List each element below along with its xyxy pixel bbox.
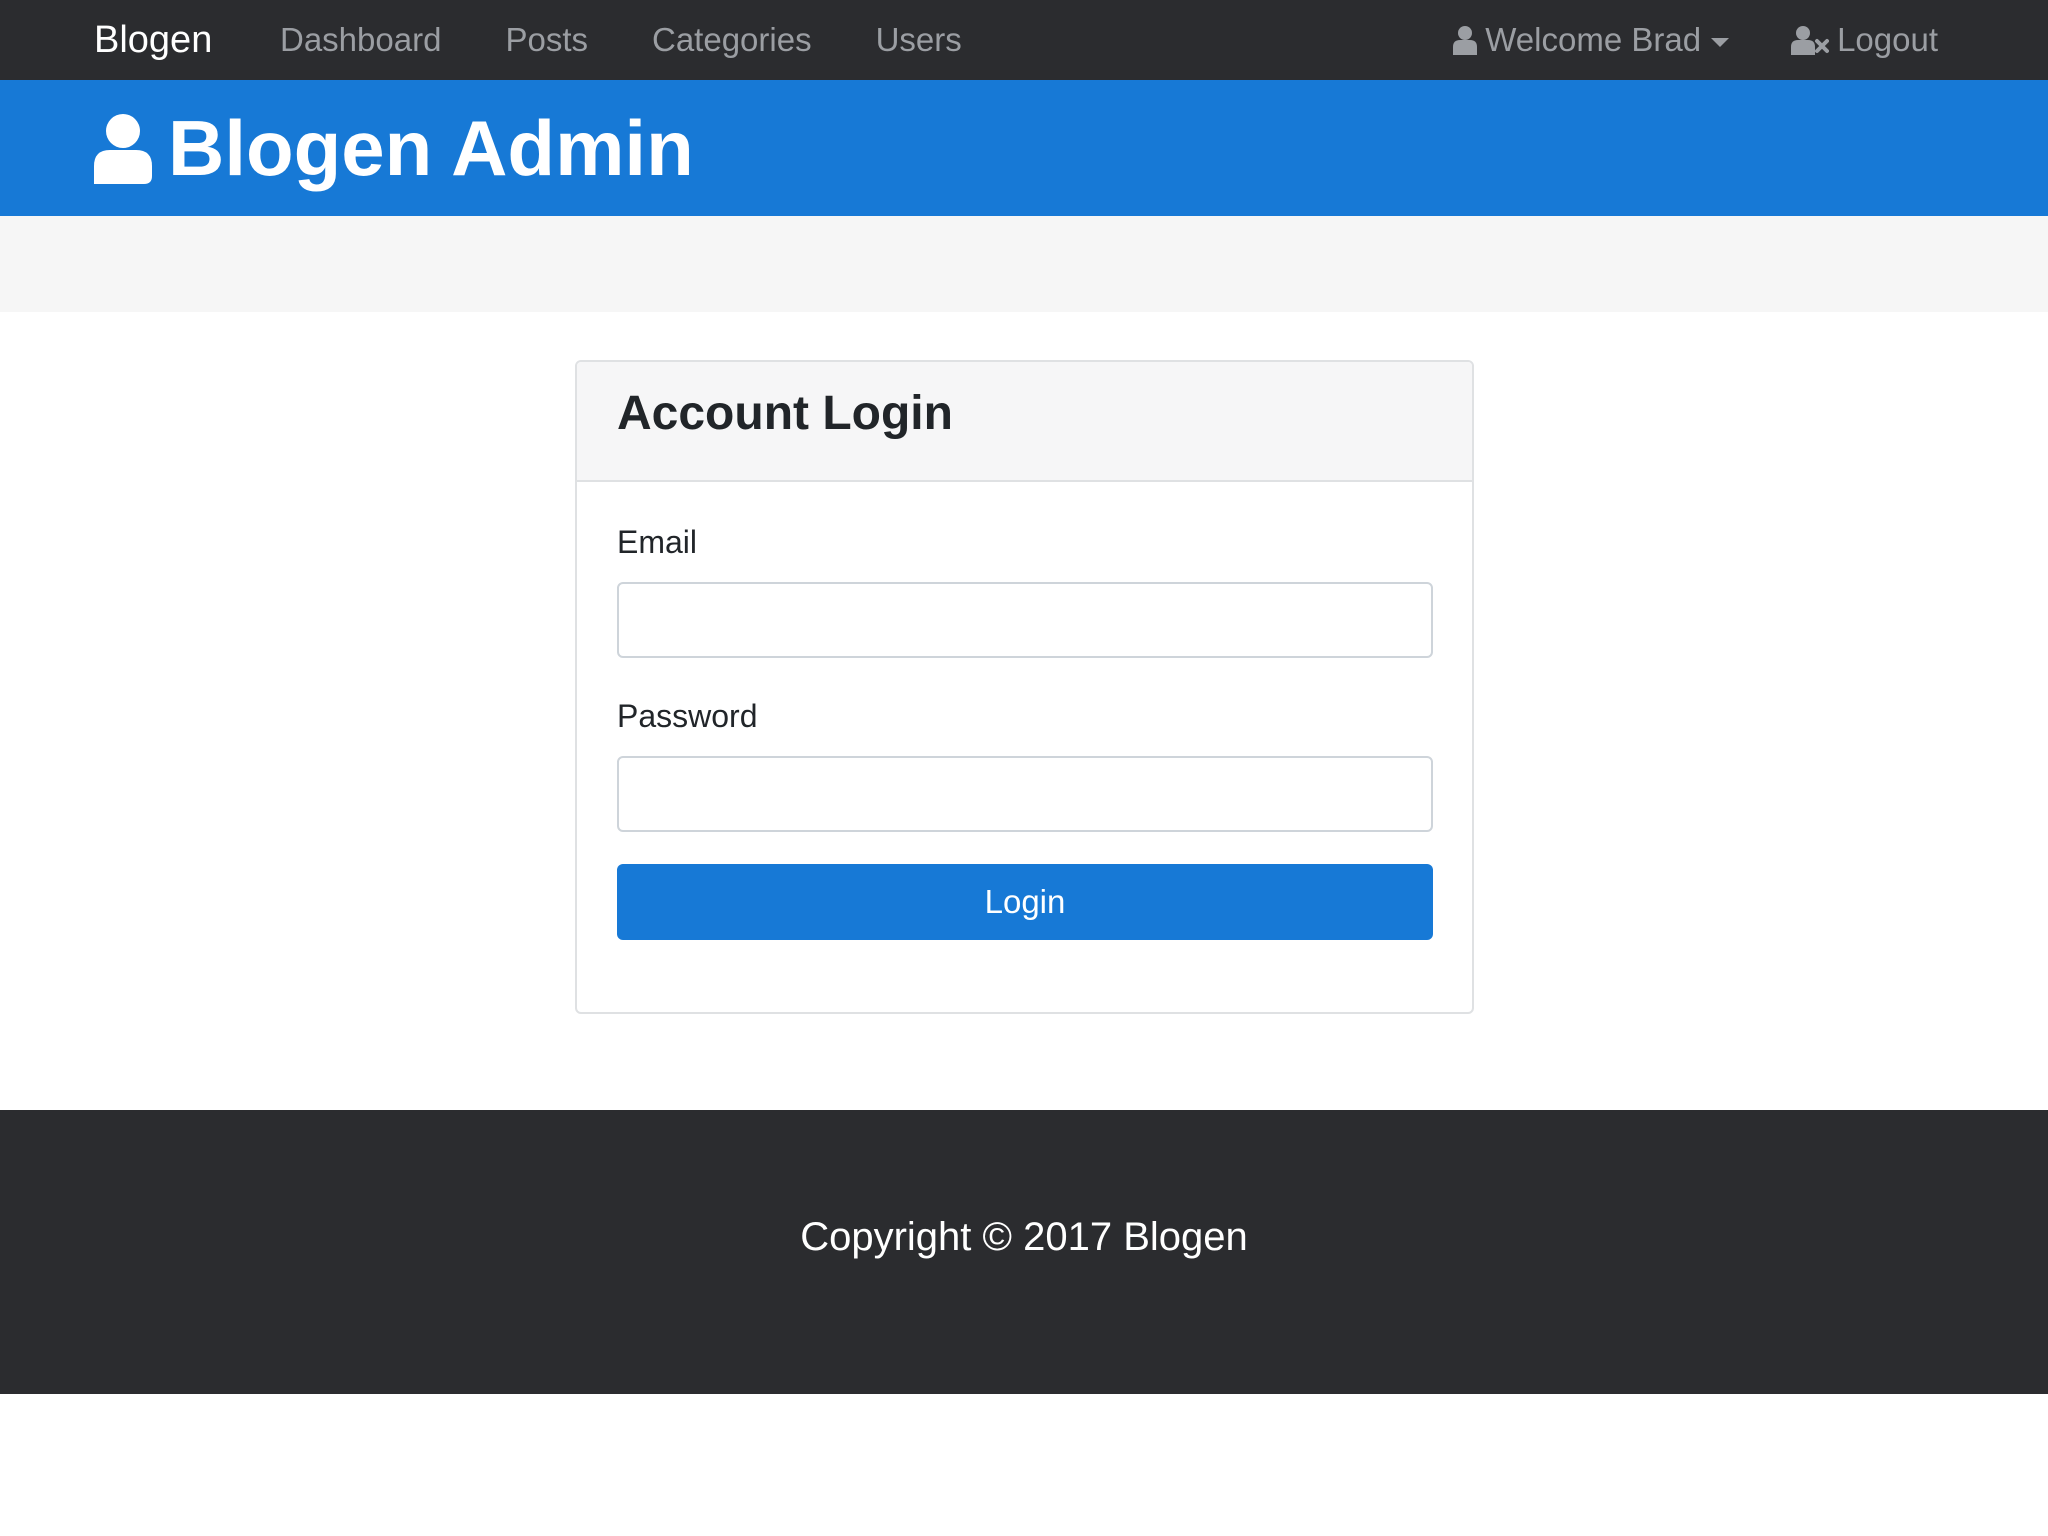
footer-copyright: Copyright © 2017 Blogen [800, 1215, 1248, 1259]
user-icon [1453, 26, 1478, 55]
login-card-body: Email Password Login [577, 482, 1472, 940]
login-card: Account Login Email Password Login [575, 360, 1474, 1014]
caret-down-icon [1711, 37, 1730, 47]
password-group: Password [617, 696, 1433, 832]
login-button[interactable]: Login [617, 864, 1433, 940]
logout-label: Logout [1837, 21, 1938, 58]
password-field[interactable] [617, 756, 1433, 832]
user-times-icon [1791, 26, 1830, 55]
logout-link[interactable]: Logout [1791, 18, 1938, 62]
page-footer: Copyright © 2017 Blogen [0, 1110, 2048, 1394]
login-card-title: Account Login [617, 387, 953, 440]
welcome-label: Welcome Brad [1485, 21, 1702, 58]
action-strip [0, 216, 2048, 312]
page-title: Blogen Admin [168, 104, 694, 192]
email-group: Email [617, 522, 1433, 658]
nav-links: Dashboard Posts Categories Users [280, 18, 1026, 62]
navbar-brand[interactable]: Blogen [94, 18, 212, 62]
page-header: Blogen Admin [0, 80, 2048, 216]
nav-right: Welcome Brad Logout [1453, 18, 1938, 62]
user-icon [94, 114, 152, 184]
nav-link-dashboard[interactable]: Dashboard [280, 18, 441, 62]
welcome-dropdown[interactable]: Welcome Brad [1453, 18, 1730, 62]
email-label: Email [617, 524, 698, 560]
top-navbar: Blogen Dashboard Posts Categories Users … [0, 0, 2048, 80]
nav-link-categories[interactable]: Categories [652, 18, 812, 62]
nav-link-posts[interactable]: Posts [505, 18, 588, 62]
email-field[interactable] [617, 582, 1433, 658]
login-card-header: Account Login [577, 362, 1472, 482]
header-inner: Blogen Admin [94, 98, 694, 198]
nav-link-users[interactable]: Users [876, 18, 962, 62]
password-label: Password [617, 698, 758, 734]
